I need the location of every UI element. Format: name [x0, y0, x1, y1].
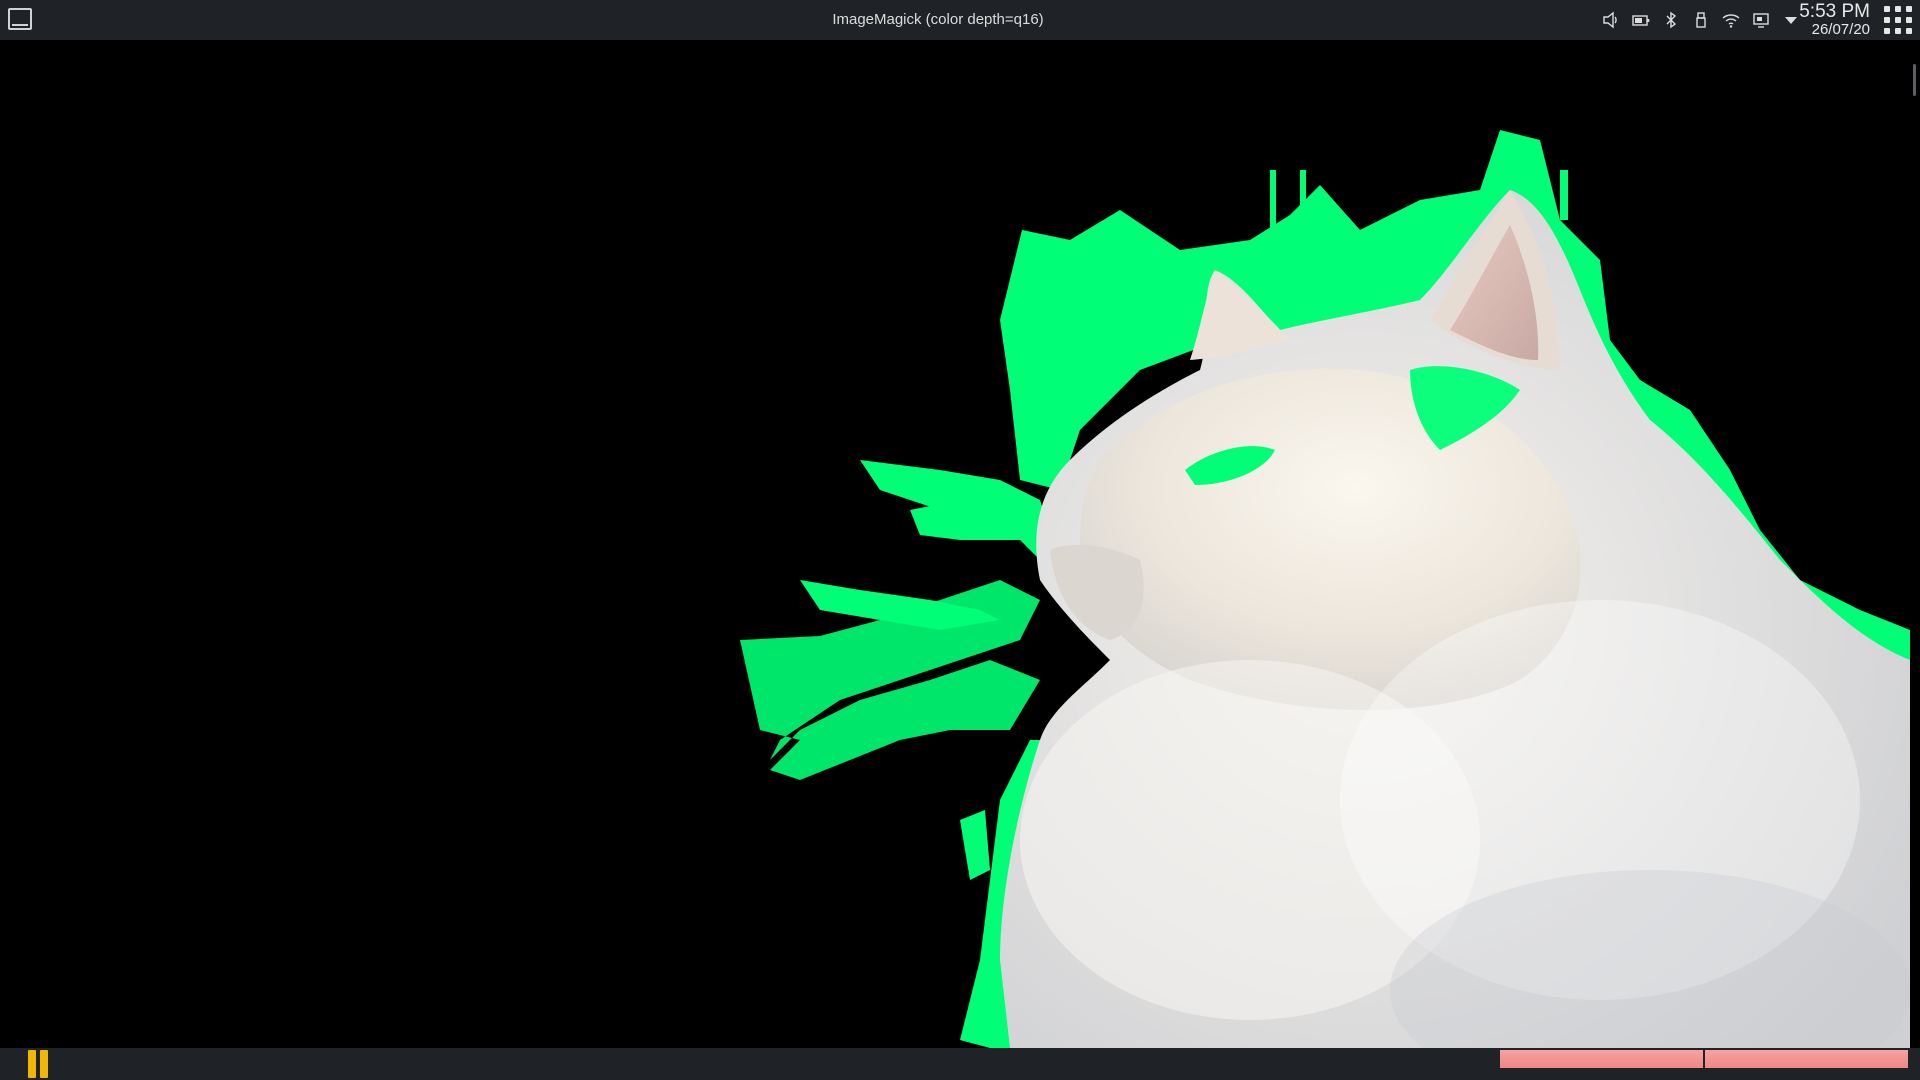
- image-canvas[interactable]: [0, 40, 1910, 1048]
- usb-icon[interactable]: [1692, 11, 1710, 29]
- app-launcher-icon[interactable]: [1884, 4, 1914, 38]
- top-panel: ImageMagick (color depth=q16) 5:53 PM 26…: [0, 0, 1920, 40]
- pause-icon[interactable]: [28, 1050, 50, 1078]
- system-tray: [1602, 8, 1800, 32]
- battery-icon[interactable]: [1632, 11, 1650, 29]
- bottom-bar: [0, 1048, 1920, 1080]
- clock[interactable]: 5:53 PM 26/07/20: [1794, 2, 1870, 38]
- wifi-icon[interactable]: [1722, 11, 1740, 29]
- progress-bar: [1500, 1050, 1908, 1068]
- volume-icon[interactable]: [1602, 11, 1620, 29]
- progress-segment: [1705, 1050, 1908, 1068]
- bluetooth-icon[interactable]: [1662, 11, 1680, 29]
- vertical-scrollbar[interactable]: [1910, 40, 1920, 1048]
- scrollbar-thumb[interactable]: [1913, 64, 1916, 96]
- clock-date: 26/07/20: [1811, 21, 1870, 38]
- display-icon[interactable]: [1752, 11, 1770, 29]
- window-title: ImageMagick (color depth=q16): [832, 11, 1044, 28]
- cat-muzzle: [1050, 544, 1144, 640]
- clock-time: 5:53 PM: [1799, 1, 1870, 22]
- cat-image: [740, 130, 1910, 1048]
- progress-segment: [1500, 1050, 1703, 1068]
